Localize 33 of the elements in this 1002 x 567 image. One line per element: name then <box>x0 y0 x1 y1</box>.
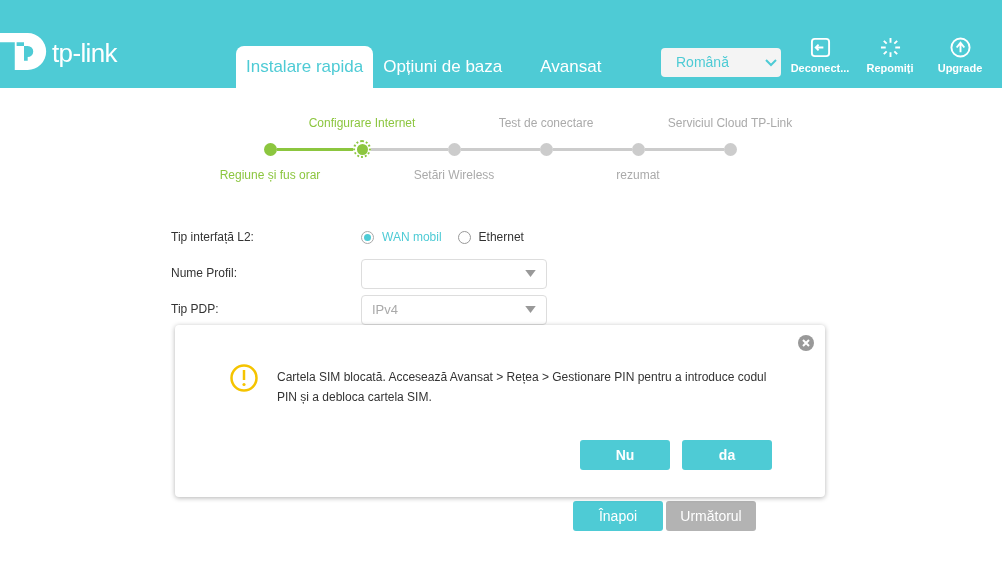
radio-label: WAN mobil <box>382 229 442 246</box>
upgrade-button[interactable]: Upgrade <box>927 36 993 76</box>
next-button[interactable]: Următorul <box>666 501 756 531</box>
nav-tab[interactable]: Avansat <box>530 46 612 88</box>
field-label: Tip PDP: <box>171 301 220 318</box>
chevron-icon <box>765 58 777 67</box>
language-select[interactable]: Română <box>661 48 781 77</box>
no-button[interactable]: Nu <box>580 440 670 470</box>
dropdown-arrow-icon <box>525 270 536 277</box>
step-label: rezumat <box>616 167 660 184</box>
logout-button[interactable]: Deconect... <box>787 36 853 76</box>
select-field[interactable] <box>361 258 547 289</box>
close-icon[interactable] <box>798 335 814 351</box>
dialog-message: Cartela SIM blocată. Accesează Avansat > Rețea > Gestionare PIN pentru a introduce codul PIN și a debloca cartela SIM. <box>277 369 768 406</box>
step-label: Setări Wireless <box>413 167 495 184</box>
exit-icon <box>809 36 831 58</box>
spinner-icon <box>879 36 901 58</box>
reboot-button[interactable]: Repomiți <box>857 36 923 76</box>
logo-text: tp-link <box>52 38 117 68</box>
back-button[interactable]: Înapoi <box>573 501 663 531</box>
select-field[interactable]: IPv4 <box>361 294 547 325</box>
field-label: Tip interfață L2: <box>171 229 255 246</box>
step-label: Serviciul Cloud TP-Link <box>667 115 793 132</box>
field-label: Nume Profil: <box>171 265 239 282</box>
step-label: Regiune și fus orar <box>219 167 321 184</box>
radio-label: Ethernet <box>478 229 524 246</box>
warning-icon <box>229 363 259 393</box>
dropdown-arrow-icon <box>525 306 536 313</box>
yes-button[interactable]: da <box>682 440 772 470</box>
step-label: Configurare Internet <box>308 115 416 132</box>
step-label: Test de conectare <box>498 115 594 132</box>
nav-tab[interactable]: Opțiuni de baza <box>373 46 513 88</box>
nav-tab[interactable]: Instalare rapida <box>236 46 374 88</box>
